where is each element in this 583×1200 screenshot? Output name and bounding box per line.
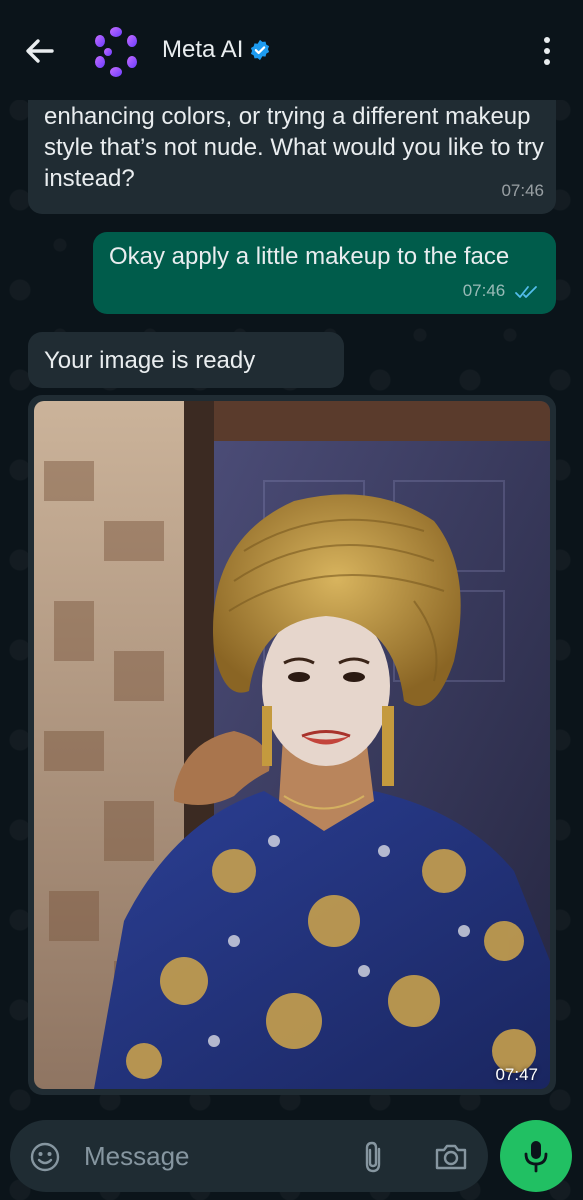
message-text: Okay apply a little makeup to the face bbox=[109, 243, 510, 270]
message-composer[interactable]: Message bbox=[10, 1120, 488, 1192]
portrait-photo bbox=[34, 401, 550, 1089]
message-list[interactable]: adjusting lighting, changing the backgro… bbox=[0, 100, 583, 1110]
message-time: 07:46 bbox=[462, 281, 506, 300]
more-options-icon[interactable] bbox=[538, 36, 556, 66]
message-time: 07:47 bbox=[495, 1065, 538, 1084]
read-ticks-icon bbox=[515, 285, 537, 298]
mic-icon bbox=[524, 1141, 548, 1173]
contact-name: Meta AI bbox=[162, 36, 244, 63]
meta-ai-logo-icon[interactable] bbox=[88, 24, 144, 80]
incoming-message[interactable]: Your image is ready bbox=[28, 332, 344, 388]
message-status: 07:46 bbox=[463, 275, 542, 306]
incoming-image-message[interactable]: 07:47 bbox=[28, 395, 556, 1095]
message-text: Your image is ready bbox=[44, 347, 256, 374]
camera-icon[interactable] bbox=[434, 1142, 468, 1172]
generated-image[interactable] bbox=[34, 401, 550, 1089]
attach-icon[interactable] bbox=[360, 1140, 388, 1174]
voice-message-button[interactable] bbox=[500, 1120, 572, 1192]
back-arrow-icon[interactable] bbox=[22, 34, 56, 68]
chat-header: Meta AI bbox=[0, 0, 583, 100]
verified-badge-icon bbox=[251, 39, 270, 61]
message-time: 07:46 bbox=[501, 181, 544, 200]
incoming-message[interactable]: adjusting lighting, changing the backgro… bbox=[28, 100, 556, 214]
message-text: adjusting lighting, changing the backgro… bbox=[44, 103, 544, 192]
outgoing-message[interactable]: Okay apply a little makeup to the face 0… bbox=[93, 232, 556, 314]
message-input[interactable]: Message bbox=[84, 1141, 190, 1172]
emoji-icon[interactable] bbox=[30, 1142, 60, 1172]
chat-title[interactable]: Meta AI bbox=[162, 36, 271, 64]
